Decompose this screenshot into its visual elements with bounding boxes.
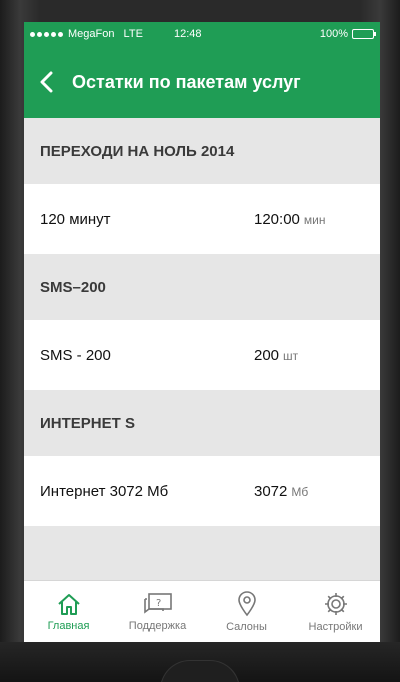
support-chat-icon: ? — [143, 592, 172, 614]
tab-label: Салоны — [226, 620, 267, 633]
home-icon — [57, 593, 80, 615]
battery-percent: 100% — [319, 28, 348, 40]
value-unit: шт — [283, 348, 299, 363]
location-pin-icon — [237, 590, 256, 616]
row-label: Интернет 3072 Мб — [40, 482, 169, 500]
row-value: 200 шт — [254, 347, 298, 364]
battery-indicator: 100% — [319, 28, 376, 40]
row-label: SMS - 200 — [40, 346, 111, 364]
value-number: 120:00 — [254, 210, 300, 228]
signal-strength-icon — [30, 31, 63, 37]
section-sms: SMS–200 SMS - 200 200 шт — [24, 254, 380, 390]
section-internet: ИНТЕРНЕТ S Интернет 3072 Мб 3072 Мб — [24, 390, 380, 526]
list-item: Интернет 3072 Мб 3072 Мб — [24, 456, 380, 526]
tab-label: Настройки — [308, 620, 363, 633]
tab-bar: Главная ? Поддержка Салоны Настройки — [24, 580, 380, 642]
gear-icon — [324, 592, 347, 615]
row-value: 120:00 мин — [254, 211, 325, 228]
value-number: 3072 — [254, 482, 288, 500]
tab-label: Главная — [47, 619, 90, 632]
section-header: ИНТЕРНЕТ S — [24, 390, 380, 456]
list-item: SMS - 200 200 шт — [24, 320, 380, 390]
list-item: 120 минут 120:00 мин — [24, 184, 380, 254]
row-value: 3072 Мб — [254, 483, 308, 500]
svg-text:?: ? — [156, 598, 161, 609]
section-pereydi: ПЕРЕХОДИ НА НОЛЬ 2014 120 минут 120:00 ми… — [24, 118, 380, 254]
status-bar: MegaFon LTE 12:48 100% — [24, 22, 380, 46]
tab-settings[interactable]: Настройки — [291, 581, 380, 642]
value-number: 200 — [254, 346, 280, 364]
navigation-bar: Остатки по пакетам услуг — [24, 46, 380, 118]
battery-icon — [352, 29, 376, 39]
carrier-name: MegaFon — [68, 28, 115, 40]
tab-support[interactable]: ? Поддержка — [113, 581, 202, 642]
tab-salons[interactable]: Салоны — [202, 581, 291, 642]
page-title: Остатки по пакетам услуг — [72, 71, 301, 92]
status-time: 12:48 — [174, 28, 202, 40]
row-label: 120 минут — [40, 210, 111, 228]
tab-home[interactable]: Главная — [24, 581, 113, 642]
tab-label: Поддержка — [128, 619, 187, 632]
value-unit: Мб — [291, 484, 309, 499]
network-type: LTE — [123, 28, 143, 40]
phone-screen: MegaFon LTE 12:48 100% Остатки по пакета… — [24, 22, 380, 642]
section-header: ПЕРЕХОДИ НА НОЛЬ 2014 — [24, 118, 380, 184]
section-header: SMS–200 — [24, 254, 380, 320]
value-unit: мин — [303, 212, 326, 227]
chevron-left-icon — [40, 71, 53, 93]
back-button[interactable] — [24, 46, 68, 118]
carrier-info: MegaFon LTE — [68, 28, 143, 40]
